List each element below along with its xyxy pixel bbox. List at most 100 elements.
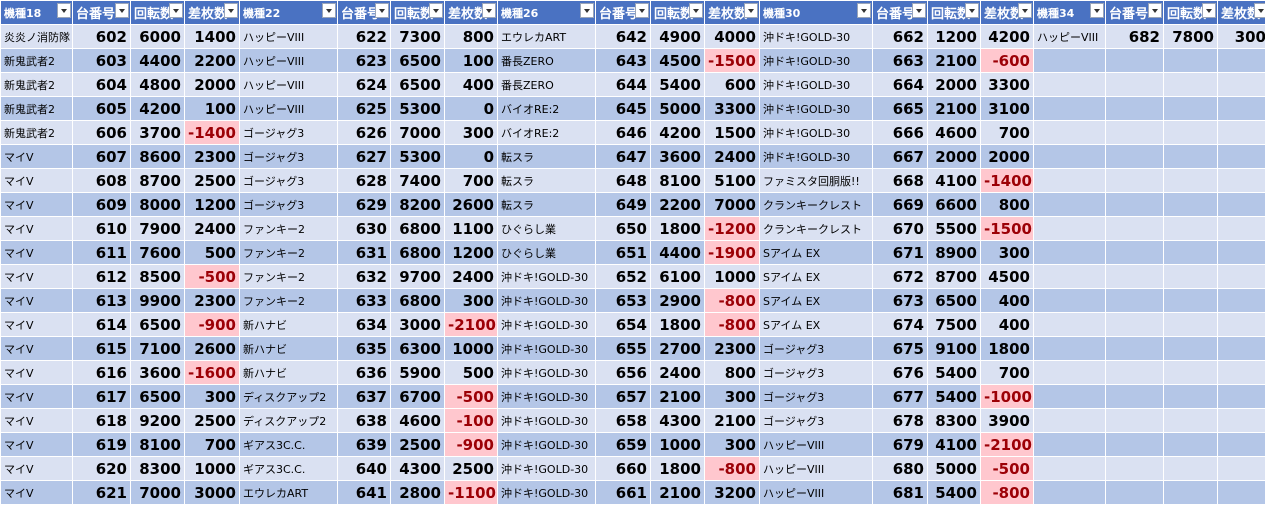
diff-cell[interactable]: -1000: [980, 384, 1034, 409]
model-cell[interactable]: 転スラ: [497, 192, 596, 217]
machine-cell[interactable]: 606: [72, 120, 131, 145]
machine-cell[interactable]: 603: [72, 48, 131, 73]
diff-cell[interactable]: 3300: [704, 96, 760, 121]
empty-cell[interactable]: [1105, 72, 1164, 97]
model-cell[interactable]: マイV: [0, 240, 73, 265]
empty-cell[interactable]: [1163, 264, 1218, 289]
model-cell[interactable]: マイV: [0, 288, 73, 313]
model-cell[interactable]: マイV: [0, 144, 73, 169]
machine-cell[interactable]: 656: [595, 360, 651, 385]
header-cell-diff[interactable]: 差枚数: [704, 0, 760, 25]
empty-cell[interactable]: [1163, 144, 1218, 169]
spins-cell[interactable]: 9700: [390, 264, 445, 289]
empty-cell[interactable]: [1033, 456, 1106, 481]
spins-cell[interactable]: 8100: [650, 168, 705, 193]
filter-dropdown-icon[interactable]: [57, 3, 71, 18]
spins-cell[interactable]: 8100: [130, 432, 185, 457]
diff-cell[interactable]: 500: [444, 360, 498, 385]
machine-cell[interactable]: 661: [595, 480, 651, 505]
model-cell[interactable]: ディスクアップ2: [239, 384, 338, 409]
empty-cell[interactable]: [1105, 240, 1164, 265]
filter-dropdown-icon[interactable]: [744, 3, 758, 18]
empty-cell[interactable]: [1217, 120, 1265, 145]
model-cell[interactable]: Sアイム EX: [759, 240, 873, 265]
spins-cell[interactable]: 4300: [650, 408, 705, 433]
model-cell[interactable]: ファンキー2: [239, 216, 338, 241]
header-cell-model[interactable]: 機種26: [497, 0, 596, 25]
model-cell[interactable]: ゴージャグ3: [239, 144, 338, 169]
model-cell[interactable]: ゴージャグ3: [239, 120, 338, 145]
model-cell[interactable]: 転スラ: [497, 168, 596, 193]
machine-cell[interactable]: 640: [337, 456, 391, 481]
diff-cell[interactable]: 0: [444, 96, 498, 121]
empty-cell[interactable]: [1163, 168, 1218, 193]
filter-dropdown-icon[interactable]: [429, 3, 443, 18]
model-cell[interactable]: 沖ドキ!GOLD-30: [497, 456, 596, 481]
empty-cell[interactable]: [1217, 48, 1265, 73]
header-cell-spins[interactable]: 回転数: [927, 0, 981, 25]
empty-cell[interactable]: [1105, 264, 1164, 289]
spins-cell[interactable]: 2100: [650, 384, 705, 409]
diff-cell[interactable]: 7000: [704, 192, 760, 217]
empty-cell[interactable]: [1105, 168, 1164, 193]
machine-cell[interactable]: 611: [72, 240, 131, 265]
machine-cell[interactable]: 609: [72, 192, 131, 217]
spins-cell[interactable]: 7100: [130, 336, 185, 361]
diff-cell[interactable]: 3300: [980, 72, 1034, 97]
diff-cell[interactable]: 600: [704, 72, 760, 97]
spins-cell[interactable]: 1000: [650, 432, 705, 457]
machine-cell[interactable]: 620: [72, 456, 131, 481]
empty-cell[interactable]: [1105, 408, 1164, 433]
machine-cell[interactable]: 678: [872, 408, 928, 433]
model-cell[interactable]: マイV: [0, 408, 73, 433]
spins-cell[interactable]: 6500: [130, 312, 185, 337]
model-cell[interactable]: マイV: [0, 384, 73, 409]
model-cell[interactable]: 転スラ: [497, 144, 596, 169]
model-cell[interactable]: ハッピーVIII: [239, 24, 338, 49]
empty-cell[interactable]: [1105, 360, 1164, 385]
machine-cell[interactable]: 674: [872, 312, 928, 337]
spins-cell[interactable]: 8300: [130, 456, 185, 481]
model-cell[interactable]: 新鬼武者2: [0, 72, 73, 97]
machine-cell[interactable]: 658: [595, 408, 651, 433]
spins-cell[interactable]: 8600: [130, 144, 185, 169]
model-cell[interactable]: ハッピーVIII: [239, 96, 338, 121]
spins-cell[interactable]: 6100: [650, 264, 705, 289]
model-cell[interactable]: 沖ドキ!GOLD-30: [497, 432, 596, 457]
model-cell[interactable]: 沖ドキ!GOLD-30: [759, 72, 873, 97]
spins-cell[interactable]: 3700: [130, 120, 185, 145]
model-cell[interactable]: マイV: [0, 216, 73, 241]
machine-cell[interactable]: 648: [595, 168, 651, 193]
spins-cell[interactable]: 6500: [927, 288, 981, 313]
diff-cell[interactable]: -1900: [704, 240, 760, 265]
spins-cell[interactable]: 5400: [927, 384, 981, 409]
machine-cell[interactable]: 607: [72, 144, 131, 169]
spins-cell[interactable]: 5300: [390, 144, 445, 169]
machine-cell[interactable]: 633: [337, 288, 391, 313]
machine-cell[interactable]: 680: [872, 456, 928, 481]
model-cell[interactable]: マイV: [0, 432, 73, 457]
diff-cell[interactable]: 2000: [980, 144, 1034, 169]
empty-cell[interactable]: [1217, 336, 1265, 361]
machine-cell[interactable]: 669: [872, 192, 928, 217]
spins-cell[interactable]: 4400: [650, 240, 705, 265]
spins-cell[interactable]: 8000: [130, 192, 185, 217]
machine-cell[interactable]: 645: [595, 96, 651, 121]
diff-cell[interactable]: 500: [184, 240, 240, 265]
spins-cell[interactable]: 5400: [927, 480, 981, 505]
spins-cell[interactable]: 4200: [650, 120, 705, 145]
filter-dropdown-icon[interactable]: [322, 3, 336, 18]
model-cell[interactable]: マイV: [0, 264, 73, 289]
empty-cell[interactable]: [1217, 168, 1265, 193]
model-cell[interactable]: クランキークレスト: [759, 192, 873, 217]
header-cell-diff[interactable]: 差枚数: [184, 0, 240, 25]
empty-cell[interactable]: [1163, 480, 1218, 505]
spins-cell[interactable]: 8200: [390, 192, 445, 217]
spins-cell[interactable]: 9100: [927, 336, 981, 361]
empty-cell[interactable]: [1105, 384, 1164, 409]
diff-cell[interactable]: 3100: [980, 96, 1034, 121]
spins-cell[interactable]: 5400: [927, 360, 981, 385]
diff-cell[interactable]: 300: [184, 384, 240, 409]
model-cell[interactable]: 沖ドキ!GOLD-30: [497, 384, 596, 409]
diff-cell[interactable]: 2500: [184, 408, 240, 433]
